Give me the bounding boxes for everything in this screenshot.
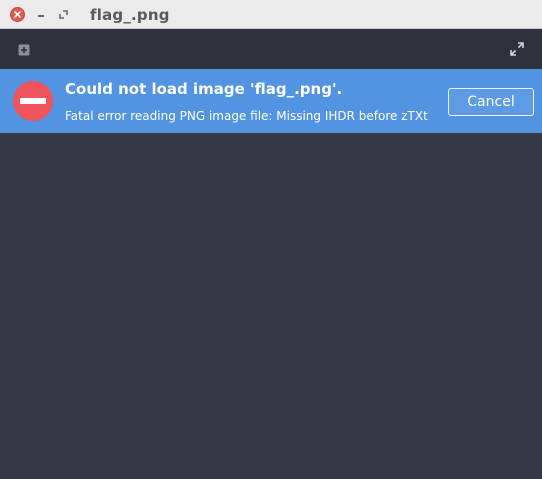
window-title: flag_.png bbox=[90, 6, 170, 24]
error-detail: Fatal error reading PNG image file: Miss… bbox=[65, 109, 428, 123]
image-canvas bbox=[0, 133, 542, 479]
error-icon bbox=[13, 81, 53, 121]
title-bar[interactable]: flag_.png bbox=[0, 0, 542, 29]
toolbar bbox=[0, 29, 542, 69]
image-viewer-window: flag_.png Could not load image 'flag_.pn… bbox=[0, 0, 542, 479]
add-icon[interactable] bbox=[18, 43, 30, 56]
cancel-button[interactable]: Cancel bbox=[448, 88, 534, 116]
maximize-icon[interactable] bbox=[57, 8, 71, 22]
close-icon[interactable] bbox=[10, 7, 25, 22]
error-infobar: Could not load image 'flag_.png'. Fatal … bbox=[0, 69, 542, 133]
error-title: Could not load image 'flag_.png'. bbox=[65, 80, 343, 98]
minimize-icon[interactable] bbox=[34, 8, 48, 22]
fullscreen-icon[interactable] bbox=[510, 42, 524, 56]
